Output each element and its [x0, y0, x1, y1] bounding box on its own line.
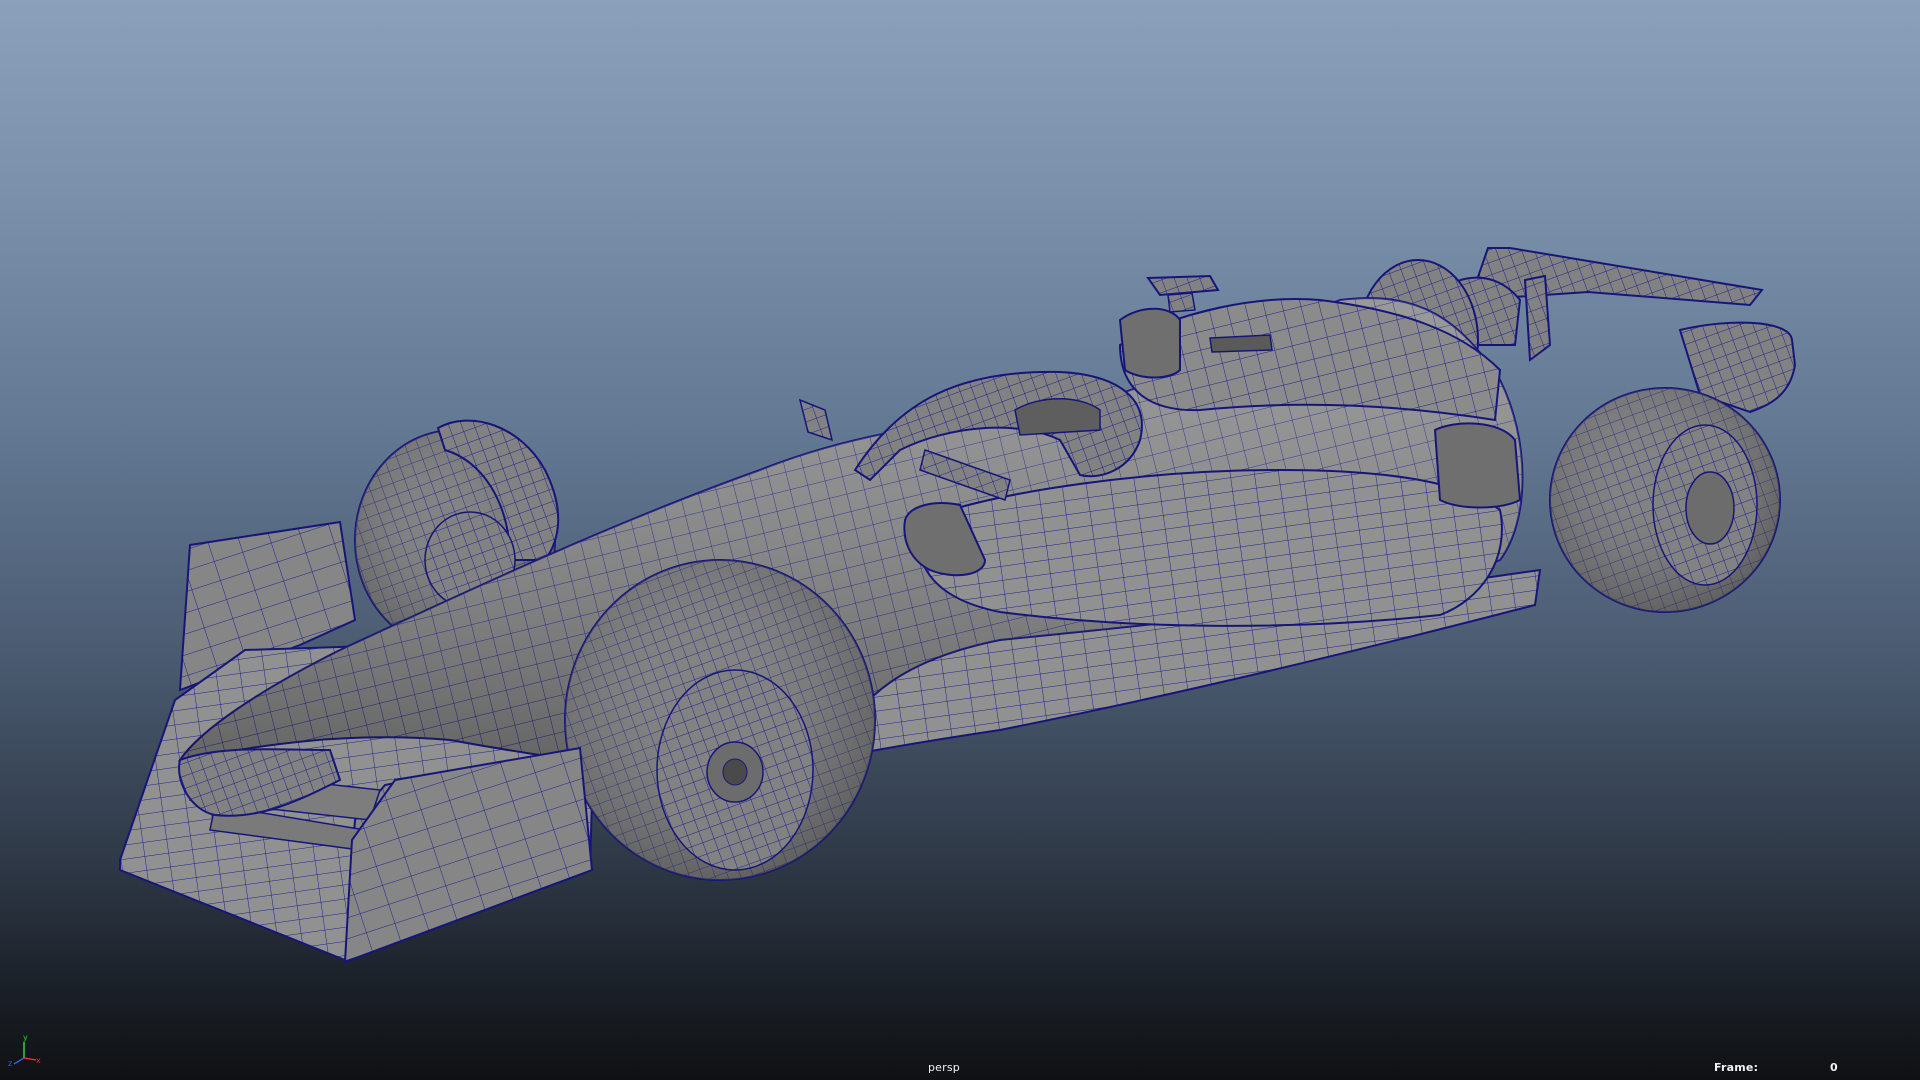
- race-car-model[interactable]: [0, 0, 1920, 1080]
- x-axis-line: [23, 1057, 37, 1061]
- camera-name-label: persp: [928, 1061, 960, 1074]
- z-axis-label: z: [8, 1059, 12, 1066]
- axis-gizmo: y x z: [8, 1033, 41, 1066]
- z-axis-line: [13, 1057, 25, 1065]
- wheel-rear-right[interactable]: [1549, 387, 1781, 613]
- frame-label: Frame:: [1714, 1061, 1759, 1074]
- x-axis-label: x: [36, 1056, 41, 1065]
- frame-value: 0: [1830, 1061, 1838, 1074]
- y-axis-label: y: [23, 1033, 28, 1042]
- wheel-front-right[interactable]: [564, 559, 876, 881]
- 3d-viewport[interactable]: y x z persp Frame: 0: [0, 0, 1920, 1080]
